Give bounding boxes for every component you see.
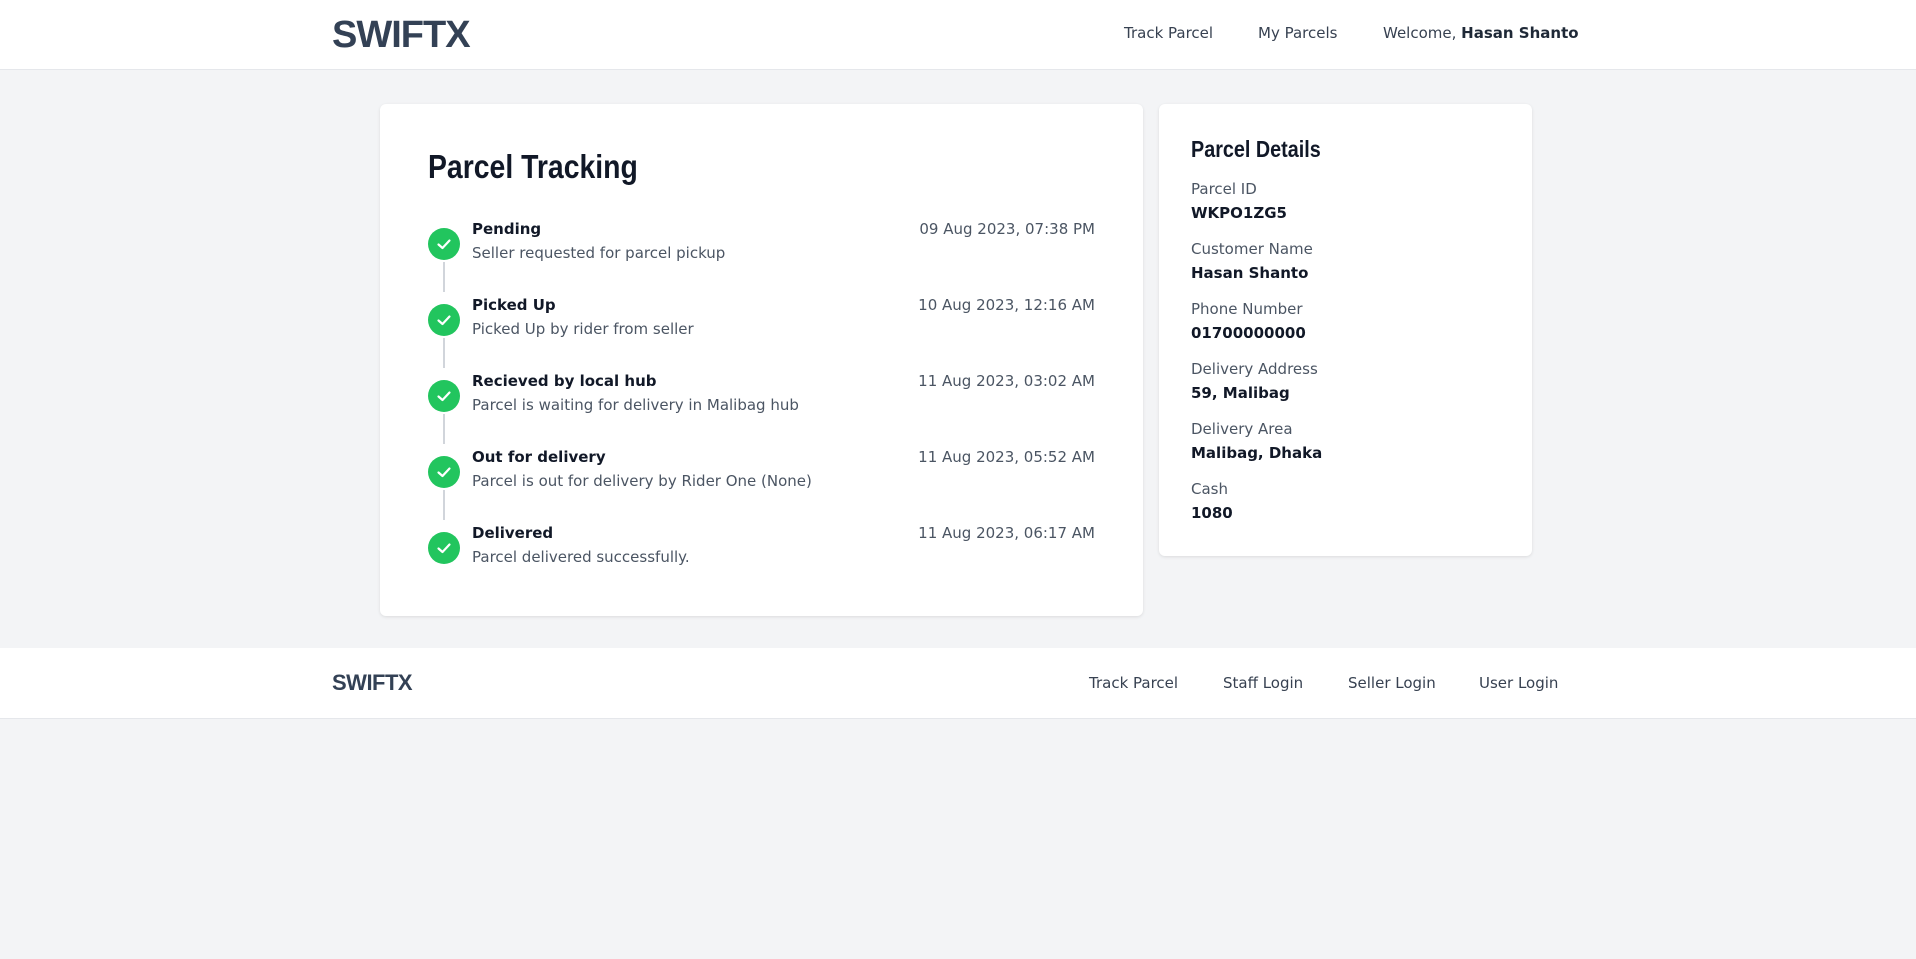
phone-number-value: 01700000000: [1191, 324, 1306, 342]
step-title: Out for delivery: [472, 448, 606, 466]
customer-name-value: Hasan Shanto: [1191, 264, 1309, 282]
welcome-user[interactable]: Welcome, Hasan Shanto: [1383, 24, 1579, 42]
parcel-id-label: Parcel ID: [1191, 180, 1257, 198]
step-title: Picked Up: [472, 296, 556, 314]
details-title: Parcel Details: [1191, 136, 1321, 162]
tracking-step-received-hub: Recieved by local hub Parcel is waiting …: [428, 372, 1095, 444]
step-title: Pending: [472, 220, 542, 238]
welcome-prefix: Welcome,: [1383, 24, 1457, 42]
footer-user-login-link[interactable]: User Login: [1479, 674, 1558, 692]
step-timestamp: 09 Aug 2023, 07:38 PM: [919, 220, 1095, 238]
check-icon: [428, 304, 460, 336]
step-description: Picked Up by rider from seller: [472, 320, 694, 338]
cash-label: Cash: [1191, 480, 1228, 498]
customer-name-label: Customer Name: [1191, 240, 1313, 258]
step-description: Parcel is out for delivery by Rider One …: [472, 472, 812, 490]
check-icon: [428, 532, 460, 564]
tracking-step-picked-up: Picked Up Picked Up by rider from seller…: [428, 296, 1095, 368]
phone-number-label: Phone Number: [1191, 300, 1303, 318]
tracking-step-out-for-delivery: Out for delivery Parcel is out for deliv…: [428, 448, 1095, 520]
step-timestamp: 11 Aug 2023, 06:17 AM: [918, 524, 1095, 542]
step-timestamp: 11 Aug 2023, 05:52 AM: [918, 448, 1095, 466]
timeline-connector: [443, 338, 445, 368]
tracking-step-pending: Pending Seller requested for parcel pick…: [428, 220, 1095, 292]
step-timestamp: 11 Aug 2023, 03:02 AM: [918, 372, 1095, 390]
delivery-area-label: Delivery Area: [1191, 420, 1293, 438]
step-timestamp: 10 Aug 2023, 12:16 AM: [918, 296, 1095, 314]
timeline-connector: [443, 414, 445, 444]
user-name: Hasan Shanto: [1461, 24, 1579, 42]
nav-my-parcels[interactable]: My Parcels: [1258, 24, 1337, 42]
nav-track-parcel[interactable]: Track Parcel: [1124, 24, 1213, 42]
check-icon: [428, 380, 460, 412]
page-title: Parcel Tracking: [428, 148, 638, 185]
footer-logo[interactable]: SWIFTX: [332, 670, 413, 696]
footer-track-parcel-link[interactable]: Track Parcel: [1089, 674, 1178, 692]
brand-logo[interactable]: SWIFTX: [332, 14, 471, 57]
footer: SWIFTX Track Parcel Staff Login Seller L…: [0, 648, 1916, 719]
step-title: Delivered: [472, 524, 554, 542]
parcel-tracking-card: Parcel Tracking Pending Seller requested…: [380, 104, 1143, 616]
check-icon: [428, 456, 460, 488]
check-icon: [428, 228, 460, 260]
parcel-details-card: Parcel Details Parcel ID WKPO1ZG5 Custom…: [1159, 104, 1532, 556]
parcel-id-value: WKPO1ZG5: [1191, 204, 1287, 222]
tracking-step-delivered: Delivered Parcel delivered successfully.…: [428, 524, 1095, 584]
timeline-connector: [443, 262, 445, 292]
step-description: Parcel is waiting for delivery in Maliba…: [472, 396, 799, 414]
delivery-address-value: 59, Malibag: [1191, 384, 1290, 402]
timeline-connector: [443, 490, 445, 520]
step-description: Seller requested for parcel pickup: [472, 244, 726, 262]
footer-seller-login-link[interactable]: Seller Login: [1348, 674, 1436, 692]
cash-value: 1080: [1191, 504, 1233, 522]
top-navbar: SWIFTX Track Parcel My Parcels Welcome, …: [0, 0, 1916, 70]
footer-staff-login-link[interactable]: Staff Login: [1223, 674, 1303, 692]
step-title: Recieved by local hub: [472, 372, 657, 390]
delivery-address-label: Delivery Address: [1191, 360, 1318, 378]
step-description: Parcel delivered successfully.: [472, 548, 690, 566]
delivery-area-value: Malibag, Dhaka: [1191, 444, 1323, 462]
